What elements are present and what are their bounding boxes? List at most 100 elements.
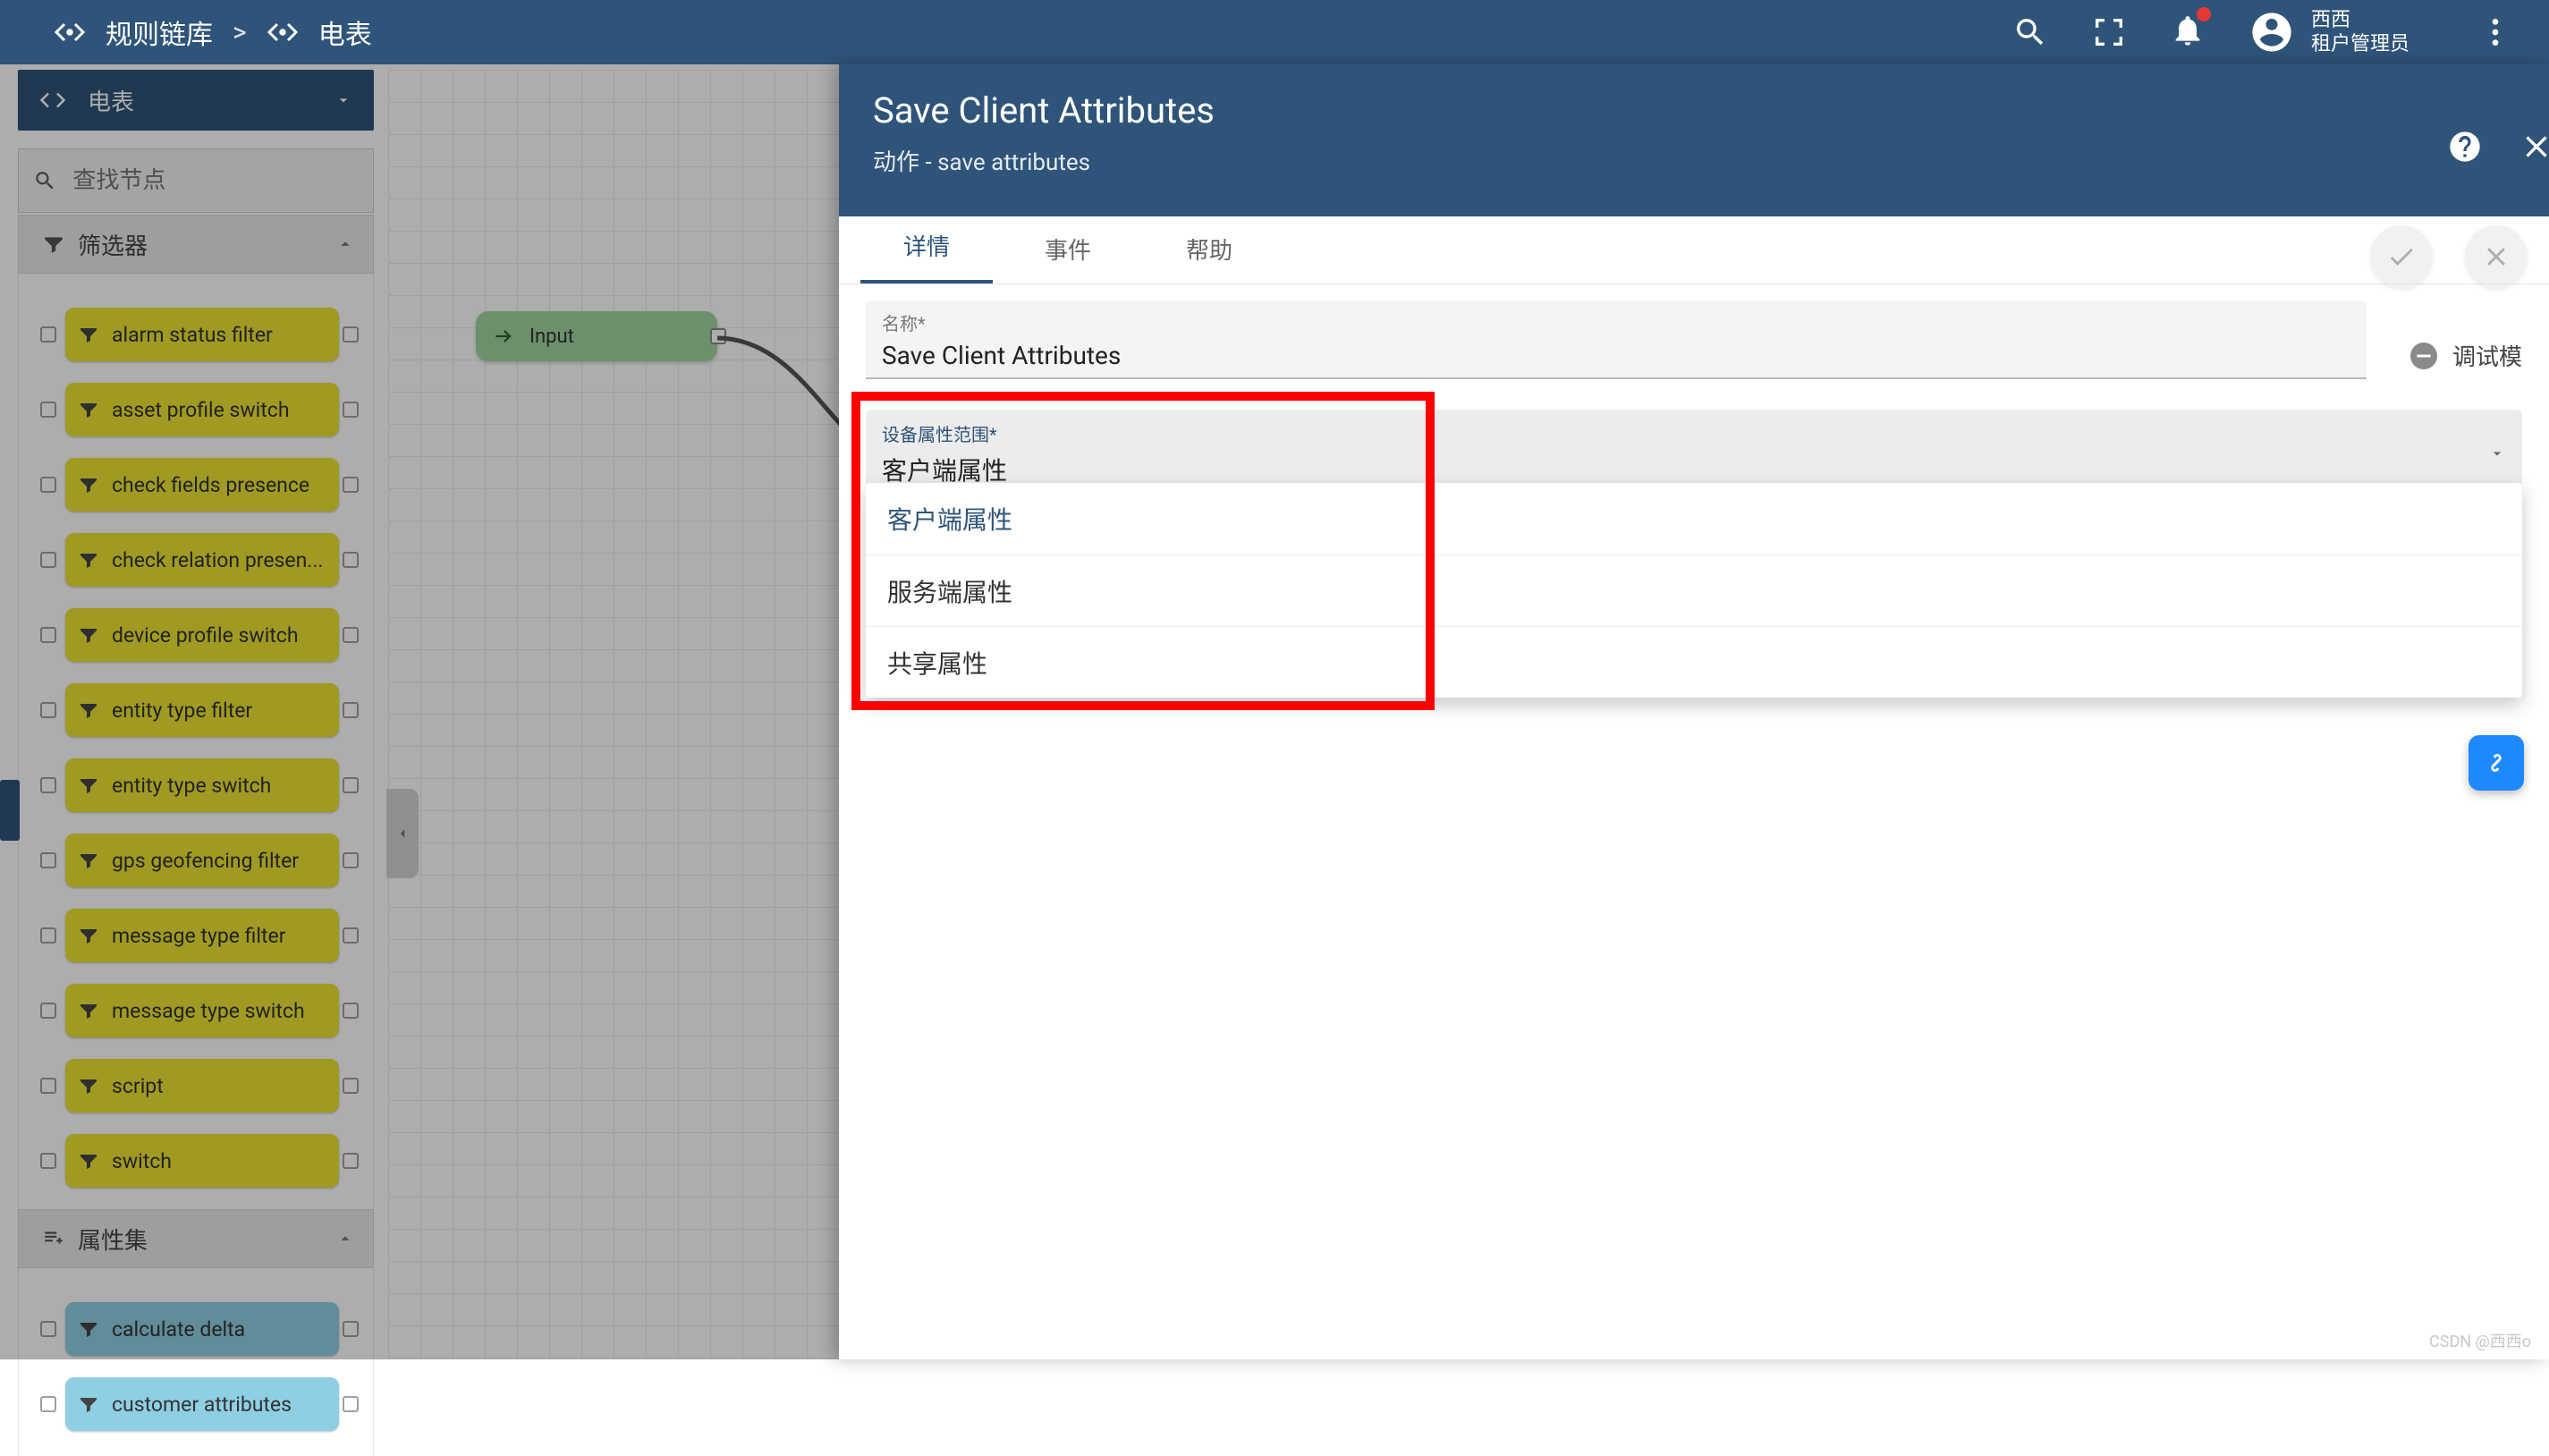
scope-label: 设备属性范围* xyxy=(882,424,997,445)
filter-icon xyxy=(78,624,99,646)
breadcrumb-current[interactable]: 电表 xyxy=(318,13,372,52)
node-search[interactable] xyxy=(18,148,374,213)
output-port[interactable] xyxy=(343,326,359,343)
input-port[interactable] xyxy=(40,477,56,493)
node-chip: message type switch xyxy=(65,984,339,1037)
output-port[interactable] xyxy=(343,777,359,793)
notifications-button[interactable] xyxy=(2170,13,2206,52)
scope-option[interactable]: 客户端属性 xyxy=(866,483,2522,554)
node-palette-item[interactable]: asset profile switch xyxy=(42,383,373,436)
filter-icon xyxy=(78,850,99,871)
name-field[interactable]: 名称* Save Client Attributes xyxy=(866,301,2367,379)
input-port[interactable] xyxy=(40,702,56,718)
output-port[interactable] xyxy=(343,1003,359,1019)
sidebar-collapse-button[interactable] xyxy=(386,789,419,878)
filter-icon xyxy=(78,1075,99,1096)
filter-icon xyxy=(78,1000,99,1021)
input-port[interactable] xyxy=(40,1396,56,1412)
sidebar-panel-filters: 筛选器 alarm status filter asset profile swi… xyxy=(18,215,374,1213)
input-port[interactable] xyxy=(40,402,56,418)
scope-option[interactable]: 服务端属性 xyxy=(866,554,2522,626)
node-palette-item[interactable]: message type switch xyxy=(42,984,373,1037)
help-icon[interactable] xyxy=(2447,129,2483,165)
node-palette-item[interactable]: check fields presence xyxy=(42,458,373,512)
input-port[interactable] xyxy=(40,627,56,643)
fullscreen-icon[interactable] xyxy=(2091,14,2127,50)
list-add-icon xyxy=(42,1227,65,1250)
filter-icon xyxy=(42,233,65,256)
chevron-down-icon xyxy=(2488,444,2506,462)
tab-help[interactable]: 帮助 xyxy=(1143,215,1275,284)
output-port[interactable] xyxy=(343,702,359,718)
input-port[interactable] xyxy=(40,927,56,944)
node-palette-item[interactable]: alarm status filter xyxy=(42,308,373,361)
node-label: check relation presen... xyxy=(112,548,323,572)
output-port[interactable] xyxy=(343,402,359,418)
apply-button[interactable] xyxy=(2370,225,2433,288)
cancel-button[interactable] xyxy=(2465,225,2528,288)
debug-label: 调试模 xyxy=(2452,339,2522,372)
node-palette-item[interactable]: message type filter xyxy=(42,909,373,962)
output-port[interactable] xyxy=(343,552,359,568)
node-chip: calculate delta xyxy=(65,1302,339,1356)
close-icon[interactable] xyxy=(2519,129,2549,165)
output-port[interactable] xyxy=(343,852,359,868)
sidebar-cat-label: 筛选器 xyxy=(78,228,148,261)
watermark: CSDN @西西o xyxy=(2429,1329,2531,1352)
input-port[interactable] xyxy=(40,1153,56,1169)
node-search-input[interactable] xyxy=(72,167,359,194)
node-chip: gps geofencing filter xyxy=(65,834,339,887)
node-chip: script xyxy=(65,1059,339,1113)
input-port[interactable] xyxy=(40,1321,56,1337)
close-icon xyxy=(2481,241,2511,272)
node-palette-item[interactable]: calculate delta xyxy=(42,1302,373,1356)
sidebar-cat-filters[interactable]: 筛选器 xyxy=(18,215,374,274)
node-palette-item[interactable]: switch xyxy=(42,1134,373,1188)
sidebar-cat-enrichment[interactable]: 属性集 xyxy=(18,1209,374,1268)
breadcrumb: 规则链库 > 电表 xyxy=(54,13,372,52)
output-port[interactable] xyxy=(343,477,359,493)
filter-icon xyxy=(78,549,99,571)
debug-toggle[interactable]: 调试模 xyxy=(2408,339,2522,379)
link-icon xyxy=(2480,747,2512,779)
scope-value: 客户端属性 xyxy=(882,452,2506,487)
scope-dropdown: 客户端属性服务端属性共享属性 xyxy=(866,483,2522,698)
tab-events[interactable]: 事件 xyxy=(1002,215,1134,284)
node-label: entity type filter xyxy=(112,698,252,723)
input-port[interactable] xyxy=(40,777,56,793)
rulechain-selector-label: 电表 xyxy=(88,84,335,117)
node-palette-item[interactable]: customer attributes xyxy=(42,1377,373,1431)
scope-option[interactable]: 共享属性 xyxy=(866,626,2522,698)
input-port[interactable] xyxy=(40,852,56,868)
output-port[interactable] xyxy=(343,927,359,944)
filter-icon xyxy=(78,775,99,796)
node-palette-item[interactable]: script xyxy=(42,1059,373,1113)
user-menu[interactable]: 西西 租户管理员 xyxy=(2248,8,2409,57)
filter-icon xyxy=(78,474,99,495)
output-port[interactable] xyxy=(343,1321,359,1337)
input-port[interactable] xyxy=(40,1078,56,1094)
node-label: customer attributes xyxy=(112,1393,292,1417)
rulechain-selector[interactable]: 电表 xyxy=(18,70,374,131)
node-palette-item[interactable]: entity type filter xyxy=(42,683,373,737)
input-port[interactable] xyxy=(40,1003,56,1019)
output-port[interactable] xyxy=(343,1396,359,1412)
node-palette-item[interactable]: device profile switch xyxy=(42,608,373,662)
input-port[interactable] xyxy=(40,552,56,568)
node-palette-item[interactable]: entity type switch xyxy=(42,758,373,812)
input-port[interactable] xyxy=(40,326,56,343)
link-fab[interactable] xyxy=(2469,735,2524,791)
tab-details[interactable]: 详情 xyxy=(860,211,993,284)
node-palette-item[interactable]: gps geofencing filter xyxy=(42,834,373,887)
node-chip: entity type filter xyxy=(65,683,339,737)
search-icon[interactable] xyxy=(2012,14,2048,50)
node-label: message type switch xyxy=(112,999,305,1023)
output-port[interactable] xyxy=(343,627,359,643)
output-port[interactable] xyxy=(343,1153,359,1169)
node-palette-item[interactable]: check relation presen... xyxy=(42,533,373,587)
more-vert-icon[interactable] xyxy=(2477,14,2513,50)
chevron-down-icon xyxy=(335,91,352,109)
output-port[interactable] xyxy=(343,1078,359,1094)
breadcrumb-root[interactable]: 规则链库 xyxy=(106,13,213,52)
left-zone: 电表 筛选器 alarm status filter asset profile … xyxy=(0,64,975,1359)
